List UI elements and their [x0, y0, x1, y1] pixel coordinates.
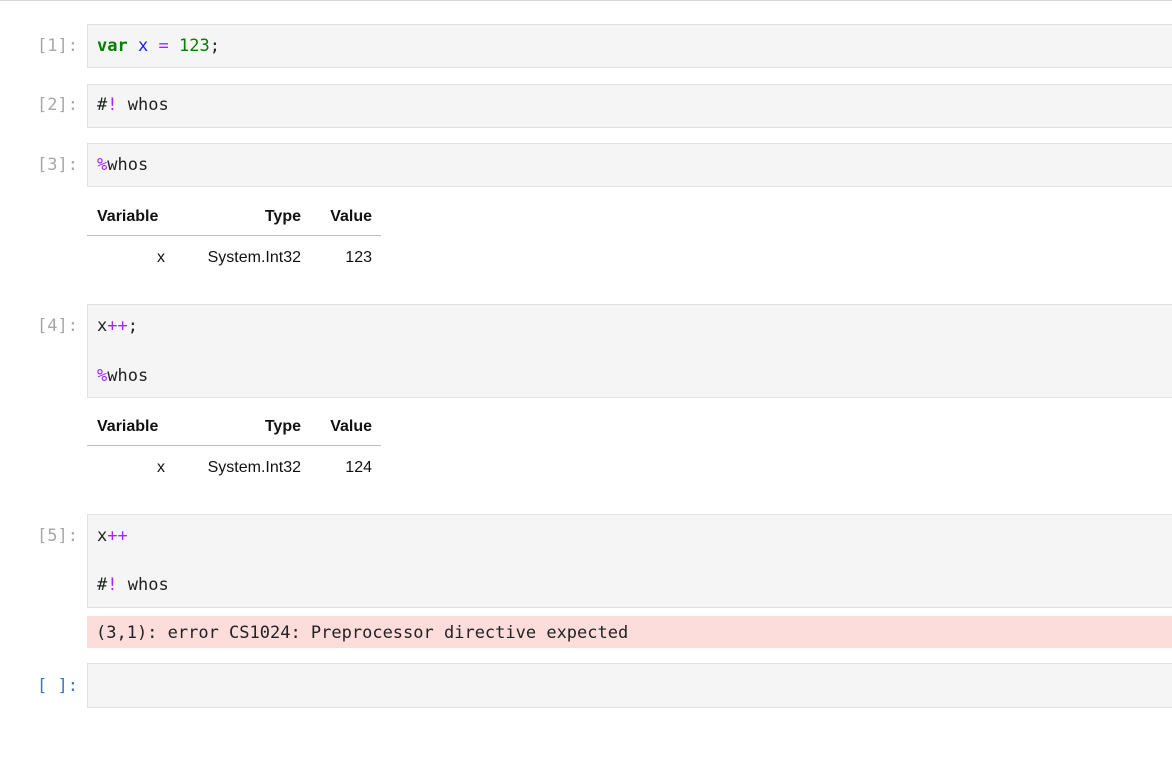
column-header-variable: Variable [87, 409, 183, 446]
code-token: 123 [178, 36, 210, 56]
code-token: = [158, 36, 169, 56]
code-token: # [97, 575, 108, 595]
cell-prompt: [2]: [37, 95, 78, 115]
code-token: % [97, 366, 108, 386]
cell-prompt: [5]: [37, 526, 78, 546]
code-token: ! [107, 95, 118, 115]
code-token: ++ [107, 526, 128, 546]
code-token: x [97, 526, 108, 546]
code-token: whos [107, 366, 149, 386]
code-line: x++; [97, 316, 138, 336]
table-row: x System.Int32 124 [87, 446, 381, 491]
cell-prompt: [3]: [37, 155, 78, 175]
code-line: x++ [97, 526, 128, 546]
variable-type-cell: System.Int32 [207, 459, 301, 476]
variable-value-cell: 123 [345, 249, 372, 266]
code-token: ; [209, 36, 220, 56]
code-token: whos [117, 575, 169, 595]
code-line: %whos [97, 155, 148, 175]
code-token: ++ [107, 316, 128, 336]
cell-prompt: [4]: [37, 316, 78, 336]
variable-name-cell: x [157, 459, 165, 476]
table-row: x System.Int32 123 [87, 236, 381, 281]
code-input[interactable]: var x = 123; [87, 24, 1172, 68]
code-token: # [97, 95, 108, 115]
code-token: ; [127, 316, 138, 336]
column-header-variable: Variable [87, 199, 183, 236]
table-header-row: Variable Type Value [87, 409, 381, 446]
variable-type-cell: System.Int32 [207, 249, 301, 266]
error-output: (3,1): error CS1024: Preprocessor direct… [87, 616, 1172, 648]
code-token: whos [117, 95, 169, 115]
code-token: % [97, 155, 108, 175]
code-input[interactable]: x++; %whos [87, 304, 1172, 398]
cell-prompt: [1]: [37, 36, 78, 56]
code-line: var x = 123; [97, 36, 220, 56]
top-border [0, 0, 1172, 1]
whos-output-table: Variable Type Value x System.Int32 124 [87, 409, 381, 490]
cell-prompt: [ ]: [37, 676, 78, 696]
column-header-type: Type [183, 409, 310, 446]
code-token: ! [107, 575, 118, 595]
code-token: x [137, 36, 149, 56]
column-header-type: Type [183, 199, 310, 236]
code-line: %whos [97, 366, 148, 386]
code-input[interactable]: %whos [87, 143, 1172, 187]
code-input[interactable]: #! whos [87, 84, 1172, 128]
table-header-row: Variable Type Value [87, 199, 381, 236]
column-header-value: Value [310, 199, 381, 236]
code-token: var [97, 36, 128, 56]
variable-name-cell: x [157, 249, 165, 266]
code-token: whos [107, 155, 149, 175]
code-token: x [97, 316, 108, 336]
code-line: #! whos [97, 95, 169, 115]
code-input[interactable]: x++ #! whos [87, 514, 1172, 608]
error-message: (3,1): error CS1024: Preprocessor direct… [96, 623, 629, 643]
code-input[interactable] [87, 663, 1172, 708]
code-line: #! whos [97, 575, 169, 595]
whos-output-table: Variable Type Value x System.Int32 123 [87, 199, 381, 280]
variable-value-cell: 124 [345, 459, 372, 476]
column-header-value: Value [310, 409, 381, 446]
